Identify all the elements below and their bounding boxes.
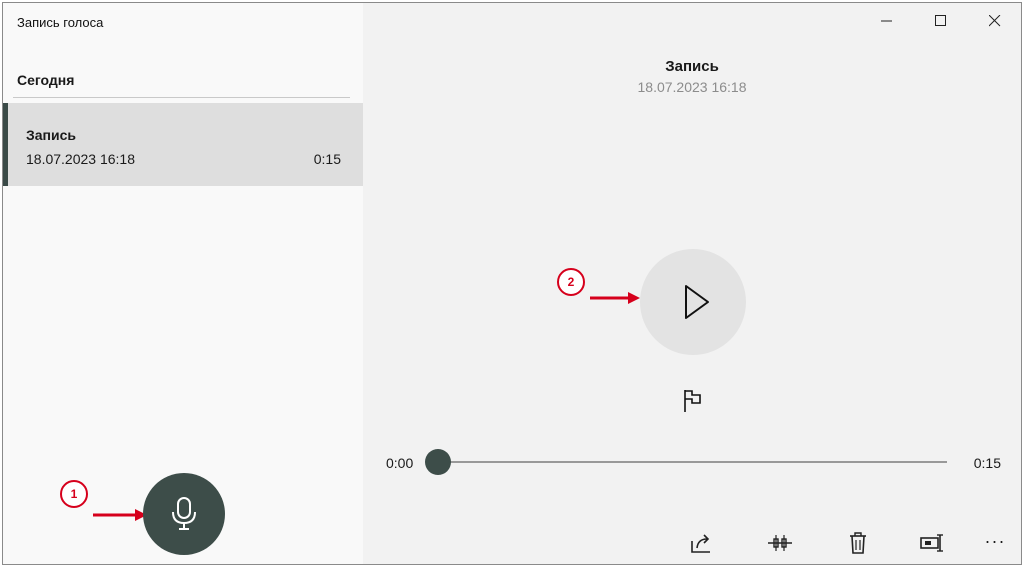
time-total: 0:15 — [973, 455, 1001, 471]
annotation-arrow-2 — [590, 292, 640, 304]
recording-timestamp: 18.07.2023 16:18 — [637, 79, 747, 95]
annotation-badge-2: 2 — [557, 268, 585, 296]
section-header-today: Сегодня — [17, 72, 75, 88]
add-marker-button[interactable] — [681, 387, 705, 413]
minimize-icon — [881, 20, 892, 22]
microphone-icon — [172, 497, 196, 530]
trim-button[interactable] — [767, 531, 795, 555]
delete-icon — [850, 532, 866, 554]
recording-date: 18.07.2023 16:18 — [26, 151, 135, 167]
recording-list-item[interactable]: Запись 18.07.2023 16:18 0:15 — [3, 103, 363, 186]
player-pane: Запись 18.07.2023 16:18 2 0:00 0:15 ··· — [363, 3, 1021, 564]
recording-name: Запись — [26, 127, 77, 143]
trim-icon — [768, 535, 792, 551]
app-window: Запись голоса Сегодня Запись 18.07.2023 … — [2, 2, 1022, 565]
sidebar: Запись голоса Сегодня Запись 18.07.2023 … — [3, 3, 363, 564]
time-current: 0:00 — [386, 455, 414, 471]
selection-indicator — [3, 103, 8, 186]
play-icon — [685, 285, 709, 319]
close-button[interactable] — [969, 3, 1021, 39]
window-controls — [861, 3, 1021, 39]
share-icon — [691, 534, 710, 553]
annotation-badge-1: 1 — [60, 480, 88, 508]
rename-button[interactable] — [919, 531, 947, 555]
progress-thumb[interactable] — [425, 449, 451, 475]
play-button[interactable] — [640, 249, 746, 355]
recording-title: Запись — [665, 58, 719, 75]
rename-icon — [920, 534, 943, 552]
close-icon — [989, 15, 1001, 27]
minimize-button[interactable] — [861, 3, 913, 39]
more-options-icon[interactable]: ··· — [981, 529, 1009, 553]
maximize-button[interactable] — [915, 3, 967, 39]
app-title: Запись голоса — [17, 15, 104, 30]
flag-icon — [684, 390, 701, 412]
share-button[interactable] — [689, 531, 717, 555]
delete-button[interactable] — [845, 531, 873, 555]
annotation-arrow-1 — [93, 509, 147, 521]
maximize-icon — [935, 15, 946, 26]
record-button[interactable] — [143, 473, 225, 555]
progress-track[interactable] — [431, 461, 947, 463]
recording-duration: 0:15 — [313, 151, 341, 167]
divider — [13, 97, 350, 98]
